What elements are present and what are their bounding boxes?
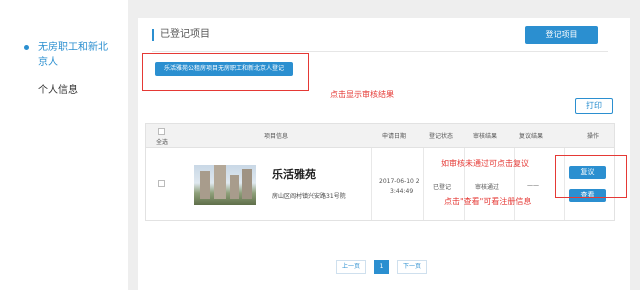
annotation-review-hint: 如审核未通过可点击复议: [441, 159, 529, 168]
annotation-view-hint: 点击"查看"可看注册信息: [444, 197, 532, 206]
header-project-info: 项目信息: [264, 133, 289, 140]
select-all-checkbox[interactable]: [158, 128, 165, 135]
header-recheck-result: 复议结果: [519, 133, 544, 140]
project-photo: [194, 165, 256, 205]
annotation-box-project: [142, 53, 309, 91]
pagination-next-button[interactable]: 下一页: [397, 260, 427, 274]
annotation-box-review: [555, 155, 627, 198]
pagination-current-page[interactable]: 1: [374, 260, 389, 274]
pagination-prev-button[interactable]: 上一页: [336, 260, 366, 274]
sidebar-item-personal-info[interactable]: 个人信息: [38, 83, 78, 98]
print-button[interactable]: 打印: [575, 98, 613, 114]
table-row: 乐活雅苑 房山区阎村镇兴安路31号院 2017-06-10 2 3:44:49 …: [146, 148, 614, 220]
review-result: 审核通过: [475, 184, 500, 191]
divider: [152, 51, 608, 52]
header-apply-date: 申请日期: [382, 133, 407, 140]
project-address: 房山区阎村镇兴安路31号院: [272, 193, 346, 200]
row-checkbox[interactable]: [158, 180, 165, 187]
register-project-button[interactable]: 登记项目: [525, 26, 598, 44]
apply-date: 2017-06-10 2: [379, 178, 420, 185]
active-indicator-dot: [24, 45, 29, 50]
header-select-all: 全选: [156, 139, 169, 146]
sidebar: 无房职工和新北京人 个人信息: [0, 0, 128, 290]
apply-time: 3:44:49: [390, 188, 414, 195]
registration-table: 全选 项目信息 申请日期 登记状态 审核结果 复议结果 操作 乐活雅苑 房山区阎…: [145, 123, 615, 221]
header-action: 操作: [587, 133, 600, 140]
column-divider: [371, 148, 372, 220]
column-divider: [423, 148, 424, 220]
register-status: 已登记: [433, 184, 452, 191]
header-review-result: 审核结果: [473, 133, 498, 140]
recheck-result: ——: [527, 182, 539, 189]
sidebar-item-housing[interactable]: 无房职工和新北京人: [38, 40, 108, 70]
table-header: 全选 项目信息 申请日期 登记状态 审核结果 复议结果 操作: [146, 124, 614, 148]
project-name: 乐活雅苑: [272, 168, 316, 181]
annotation-click-result: 点击显示审核结果: [330, 90, 394, 99]
section-title: 已登记项目: [152, 29, 210, 41]
header-register-status: 登记状态: [429, 133, 454, 140]
